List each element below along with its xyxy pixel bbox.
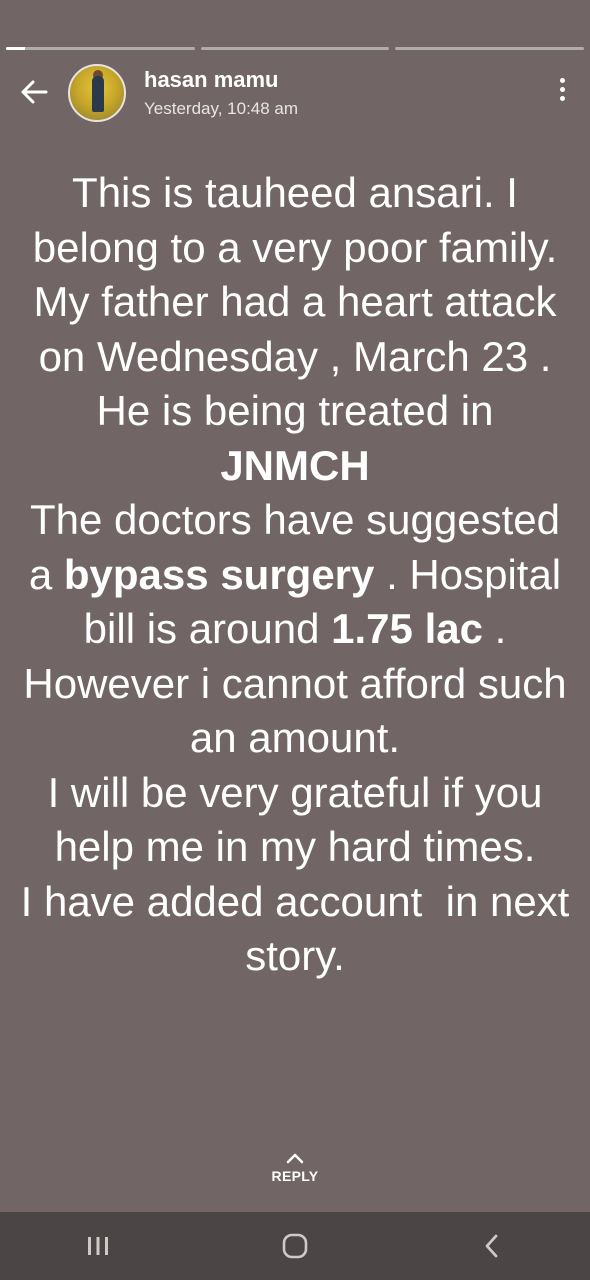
- story-timestamp: Yesterday, 10:48 am: [144, 99, 299, 118]
- story-text-part5: I will be very grateful if you help me i…: [47, 768, 543, 871]
- recents-icon: [88, 1237, 109, 1255]
- author-name[interactable]: hasan mamu: [144, 67, 279, 93]
- story-bill-amount: 1.75 lac: [331, 605, 483, 652]
- home-button[interactable]: [265, 1226, 325, 1266]
- chevron-up-icon: [286, 1153, 304, 1164]
- story-text-part6: I have added account in next story.: [20, 877, 582, 980]
- story-bypass: bypass: [63, 550, 209, 598]
- story-header: hasan mamu Yesterday, 10:48 am: [0, 62, 590, 122]
- story-text-part1: This is tauheed ansari. I belong to a ve…: [32, 169, 558, 434]
- progress-segment-3: [395, 47, 585, 50]
- home-icon: [282, 1233, 308, 1259]
- story-surgery: surgery: [220, 550, 375, 598]
- nav-back-button[interactable]: [462, 1226, 522, 1266]
- reply-button[interactable]: REPLY: [0, 1152, 590, 1184]
- avatar[interactable]: [68, 64, 126, 122]
- more-options-button[interactable]: [558, 78, 566, 108]
- story-progress: [6, 47, 585, 50]
- progress-segment-1: [6, 47, 195, 50]
- arrow-left-icon: [21, 80, 48, 104]
- back-icon: [485, 1234, 498, 1258]
- back-button[interactable]: [16, 76, 54, 108]
- system-navbar: [0, 1212, 590, 1280]
- recents-button[interactable]: [68, 1226, 128, 1266]
- story-hospital: JNMCH: [220, 441, 370, 489]
- progress-segment-2: [200, 47, 390, 50]
- reply-label: REPLY: [271, 1168, 319, 1184]
- more-vertical-icon: [559, 78, 565, 83]
- story-text: This is tauheed ansari. I belong to a ve…: [20, 166, 570, 984]
